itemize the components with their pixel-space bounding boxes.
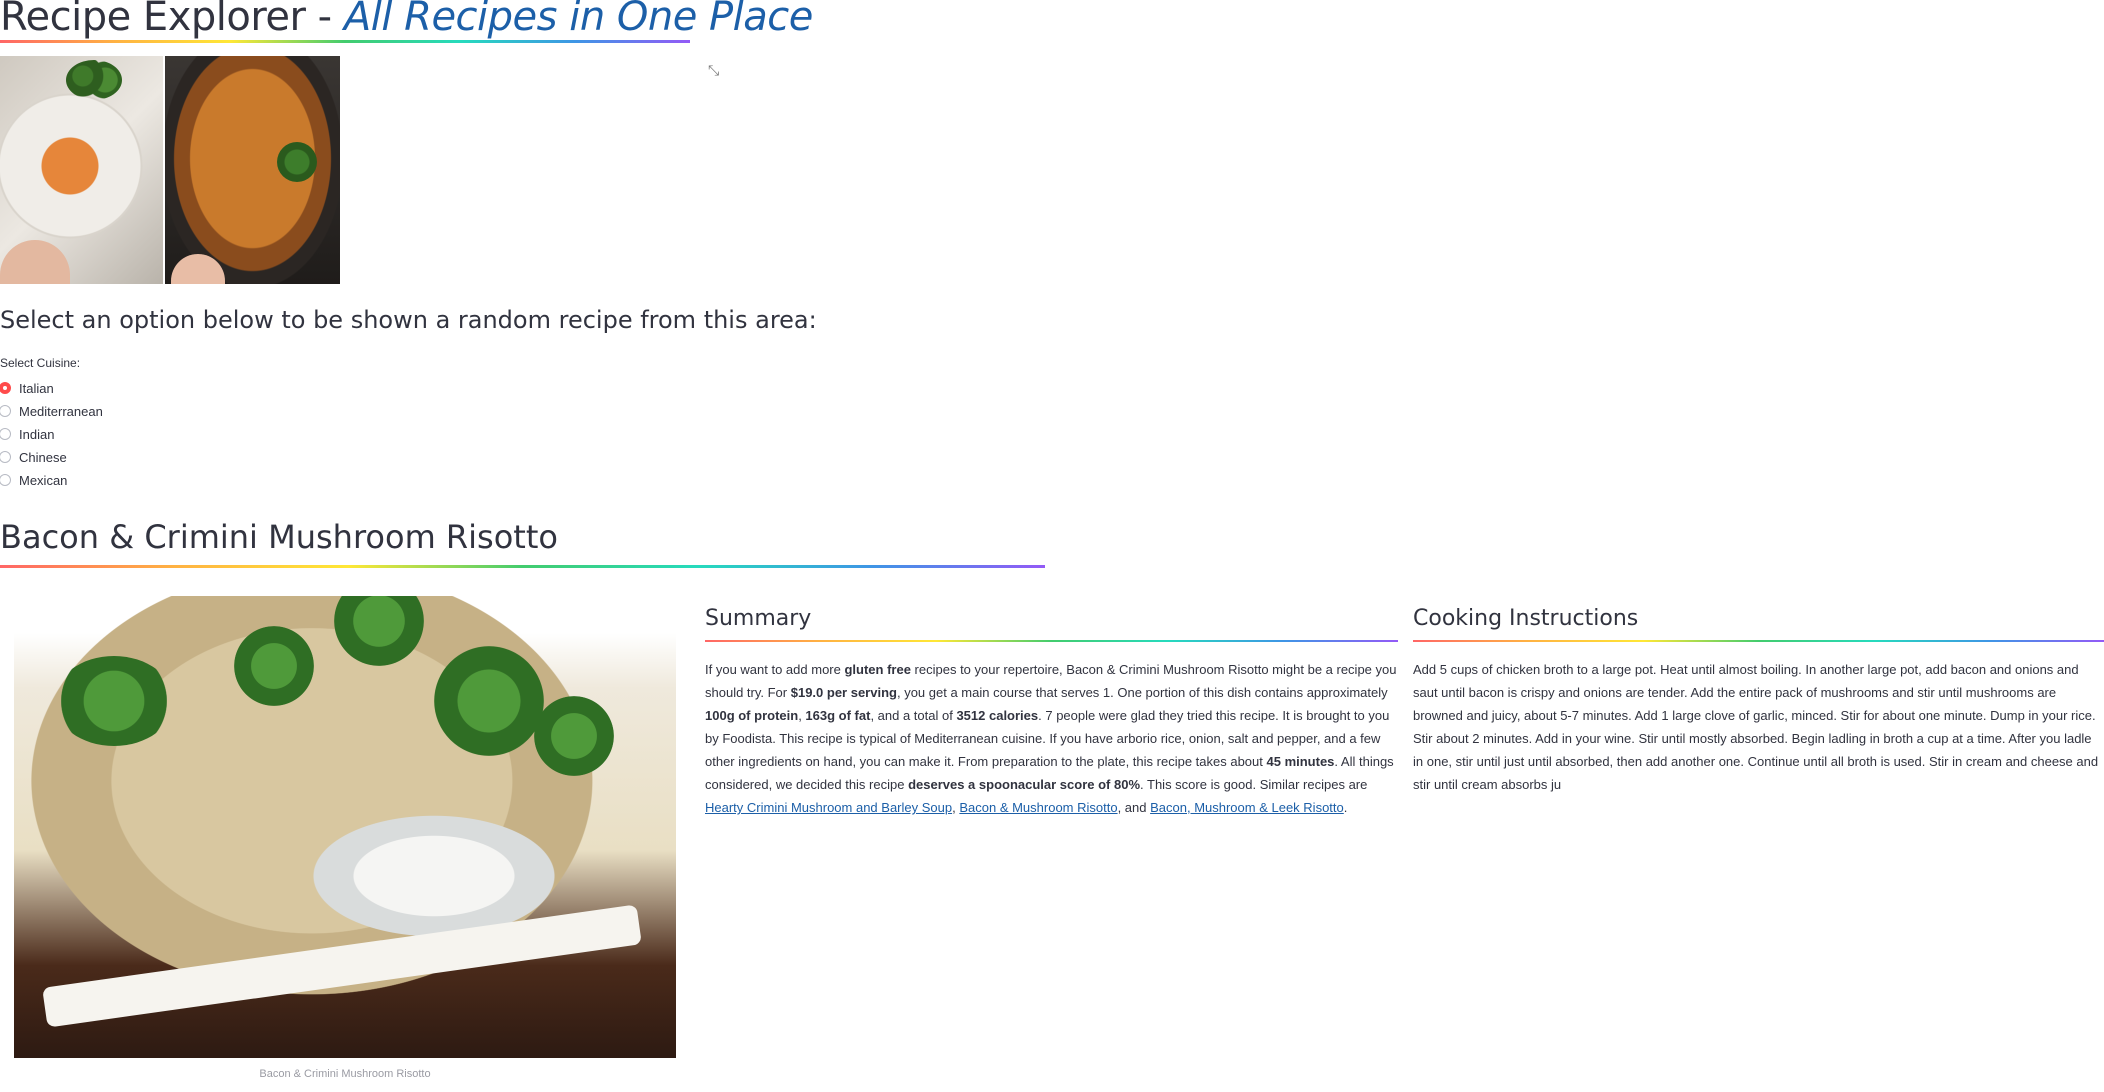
- summary-bold-segment: $19.0 per serving: [790, 685, 897, 700]
- radio-option-chinese[interactable]: Chinese: [0, 447, 67, 467]
- radio-option-label: Mexican: [19, 472, 68, 488]
- summary-text-segment: , and: [1117, 800, 1151, 815]
- recipe-image-caption: Bacon & Crimini Mushroom Risotto: [259, 1068, 431, 1080]
- summary-text: If you want to add more gluten free reci…: [705, 658, 1399, 819]
- hero-image: [0, 56, 340, 284]
- summary-bold-segment: 3512 calories: [956, 708, 1039, 723]
- radio-unselected-icon[interactable]: [0, 451, 11, 463]
- recipe-title-divider: [0, 565, 1045, 568]
- hero-image-pan-panel: [165, 56, 340, 284]
- page-title: Recipe Explorer - All Recipes in One Pla…: [0, 0, 813, 40]
- summary-text-segment: , you get a main course that serves 1. O…: [896, 685, 1388, 700]
- summary-text-segment: If you want to add more: [705, 662, 845, 677]
- radio-option-indian[interactable]: Indian: [0, 424, 54, 444]
- herb-graphic: [234, 626, 314, 706]
- summary-text-segment: .: [1343, 800, 1348, 815]
- radio-option-label: Indian: [19, 426, 55, 442]
- summary-text-segment: . This score is good. Similar recipes ar…: [1140, 777, 1368, 792]
- radio-selected-icon[interactable]: [0, 382, 11, 394]
- instructions-divider: [1413, 640, 2104, 642]
- page-title-sub: All Recipes in One Place: [343, 0, 814, 40]
- herb-graphic: [54, 656, 174, 746]
- hero-image-plate-panel: [0, 56, 164, 284]
- instructions-heading: Cooking Instructions: [1413, 606, 1639, 631]
- hand-graphic: [0, 240, 70, 284]
- recipe-title: Bacon & Crimini Mushroom Risotto: [0, 518, 558, 556]
- cuisine-label: Select Cuisine:: [0, 356, 81, 370]
- summary-bold-segment: deserves a spoonacular score of 80%: [908, 777, 1141, 792]
- radio-unselected-icon[interactable]: [0, 405, 11, 417]
- summary-bold-segment: 100g of protein: [705, 708, 799, 723]
- radio-option-mediterranean[interactable]: Mediterranean: [0, 401, 103, 421]
- summary-divider: [705, 640, 1398, 642]
- title-divider: [0, 40, 690, 43]
- radio-option-mexican[interactable]: Mexican: [0, 470, 67, 490]
- page-title-main: Recipe Explorer -: [0, 0, 344, 40]
- summary-bold-segment: 163g of fat: [805, 708, 871, 723]
- hand-graphic: [171, 254, 226, 284]
- expand-icon[interactable]: ⤡: [708, 62, 724, 78]
- summary-heading: Summary: [705, 606, 812, 631]
- radio-unselected-icon[interactable]: [0, 474, 11, 486]
- prompt-heading: Select an option below to be shown a ran…: [0, 306, 817, 334]
- recipe-image: [14, 596, 676, 1058]
- summary-text-segment: , and a total of: [870, 708, 957, 723]
- radio-option-label: Italian: [19, 380, 54, 396]
- radio-unselected-icon[interactable]: [0, 428, 11, 440]
- similar-recipe-link-2[interactable]: Bacon & Mushroom Risotto: [959, 800, 1117, 815]
- broccoli-graphic: [66, 60, 122, 100]
- similar-recipe-link-3[interactable]: Bacon, Mushroom & Leek Risotto: [1150, 800, 1344, 815]
- similar-recipe-link-1[interactable]: Hearty Crimini Mushroom and Barley Soup: [705, 800, 952, 815]
- broccoli-graphic: [277, 142, 318, 182]
- herb-graphic: [434, 646, 544, 756]
- radio-option-italian[interactable]: Italian: [0, 378, 54, 398]
- summary-bold-segment: 45 minutes: [1266, 754, 1335, 769]
- instructions-text: Add 5 cups of chicken broth to a large p…: [1413, 662, 2099, 792]
- herb-graphic: [334, 596, 424, 666]
- summary-bold-segment: gluten free: [844, 662, 911, 677]
- herb-graphic: [534, 696, 614, 776]
- radio-option-label: Mediterranean: [19, 403, 103, 419]
- radio-option-label: Chinese: [19, 449, 67, 465]
- dish-rim-graphic: [42, 904, 642, 1028]
